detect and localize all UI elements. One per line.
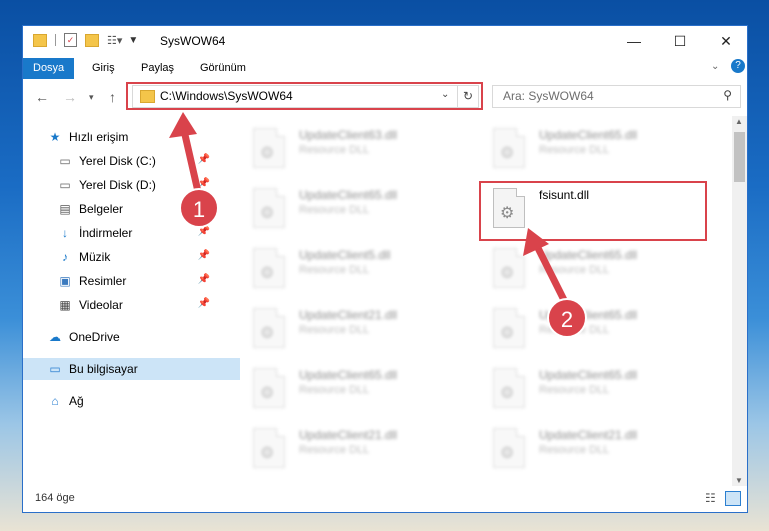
- annotation-arrows: [169, 112, 572, 312]
- explorer-window: ✓ ☷▾ ▼ SysWOW64 — ☐ ✕ Dosya Giriş Paylaş…: [22, 25, 748, 513]
- step-badge-2: 2: [547, 298, 587, 338]
- step-badge-1: 1: [179, 188, 219, 228]
